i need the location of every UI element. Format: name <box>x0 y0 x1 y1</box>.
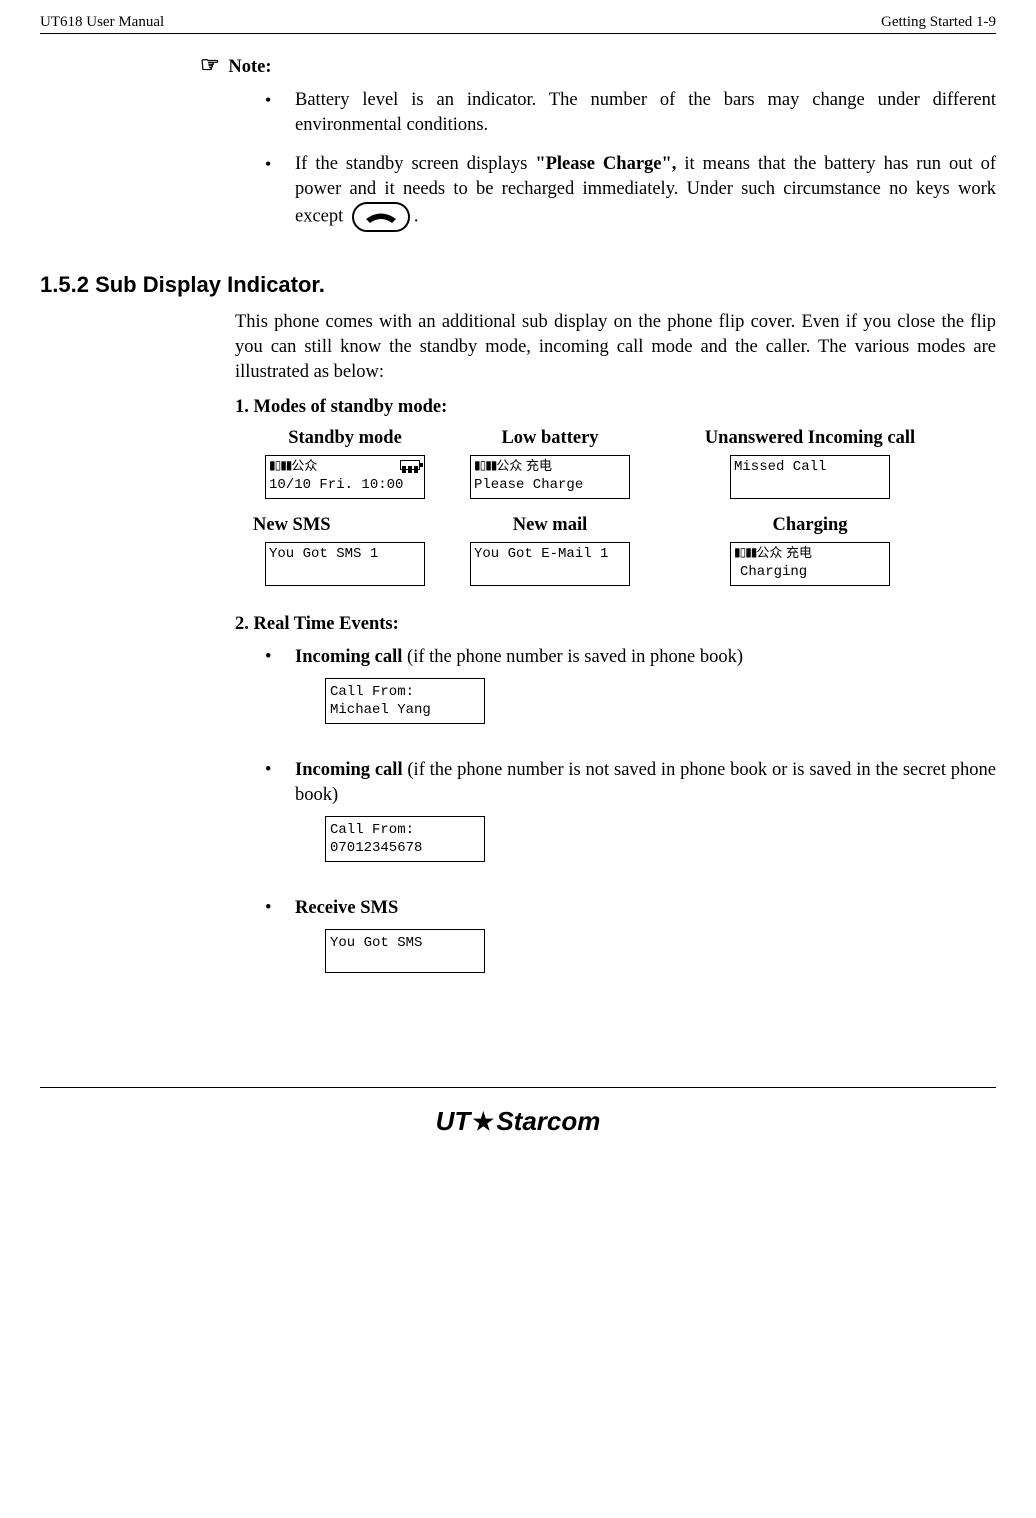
realtime-bold: Incoming call <box>295 760 403 780</box>
intro-paragraph: This phone comes with an additional sub … <box>235 310 996 385</box>
mode-item: Low battery ▮▯▮▮公众 充电 Please Charge <box>445 428 655 509</box>
display-line2: 10/10 Fri. 10:00 <box>269 476 421 494</box>
display-line1: You Got SMS <box>330 934 480 952</box>
section-number: 1.5.2 <box>40 272 89 297</box>
logo-right: Starcom <box>496 1106 600 1137</box>
logo-left: UT <box>436 1106 471 1137</box>
bullet-tail: . <box>414 206 419 226</box>
header-left: UT618 User Manual <box>40 14 164 31</box>
hangup-key-icon <box>352 202 410 232</box>
star-icon <box>472 1111 494 1133</box>
display-line2: Please Charge <box>474 476 626 494</box>
display-line1: You Got E-Mail 1 <box>474 545 626 563</box>
sub-display: Missed Call <box>730 455 890 499</box>
display-line2: Michael Yang <box>330 701 480 719</box>
display-line1: 公众 充电 <box>756 545 812 560</box>
modes-row-2: New SMS You Got SMS 1 New mail You Got E… <box>245 515 996 596</box>
bullet-bold: "Please Charge", <box>535 154 676 174</box>
bullet-dot-icon: • <box>265 645 295 752</box>
realtime-bold: Receive SMS <box>295 898 398 918</box>
header-right: Getting Started 1-9 <box>881 14 996 31</box>
display-line2: Charging <box>734 563 886 581</box>
realtime-item: • Incoming call (if the phone number is … <box>265 645 996 752</box>
sub-display: ▮▯▮▮公众 充电 Please Charge <box>470 455 630 499</box>
mode-label: New SMS <box>245 515 445 536</box>
bullet-dot-icon: • <box>265 758 295 890</box>
display-line1: Missed Call <box>734 458 886 476</box>
note-heading: ☞ Note: <box>200 52 996 78</box>
realtime-text: Receive SMS You Got SMS <box>295 896 996 1001</box>
mode-item: Standby mode ▮▯▮▮公众 10/10 Fri. 10:00 <box>245 428 445 509</box>
mode-label: Charging <box>655 515 965 536</box>
mode-item: New mail You Got E-Mail 1 <box>445 515 655 596</box>
footer-logo: UT Starcom <box>0 1088 1036 1147</box>
mode-item: Unanswered Incoming call Missed Call <box>655 428 965 509</box>
realtime-heading: 2. Real Time Events: <box>235 614 996 635</box>
note-bullet: • If the standby screen displays "Please… <box>265 152 996 232</box>
bullet-dot-icon: • <box>265 88 295 138</box>
bullet-text: Battery level is an indicator. The numbe… <box>295 88 996 138</box>
mode-label: New mail <box>445 515 655 536</box>
sub-display: ▮▯▮▮公众 10/10 Fri. 10:00 <box>265 455 425 499</box>
page-header: UT618 User Manual Getting Started 1-9 <box>40 14 996 34</box>
signal-icon: ▮▯▮▮ <box>269 458 291 474</box>
realtime-item: • Receive SMS You Got SMS <box>265 896 996 1001</box>
display-line1: Call From: <box>330 821 480 839</box>
display-line1: Call From: <box>330 683 480 701</box>
battery-icon <box>400 460 420 470</box>
bullet-text: If the standby screen displays "Please C… <box>295 152 996 232</box>
display-line1: You Got SMS 1 <box>269 545 421 563</box>
mode-item: Charging ▮▯▮▮公众 充电 Charging <box>655 515 965 596</box>
mode-item: New SMS You Got SMS 1 <box>245 515 445 596</box>
bullet-pre: If the standby screen displays <box>295 154 535 174</box>
section-heading: 1.5.2 Sub Display Indicator. <box>40 272 996 298</box>
note-bullet: • Battery level is an indicator. The num… <box>265 88 996 138</box>
section-title: Sub Display Indicator. <box>95 272 325 297</box>
sub-display: You Got SMS <box>325 929 485 973</box>
sub-display: ▮▯▮▮公众 充电 Charging <box>730 542 890 586</box>
realtime-text: Incoming call (if the phone number is no… <box>295 758 996 890</box>
modes-heading: 1. Modes of standby mode: <box>235 397 996 418</box>
realtime-item: • Incoming call (if the phone number is … <box>265 758 996 890</box>
realtime-text: Incoming call (if the phone number is sa… <box>295 645 996 752</box>
modes-row-1: Standby mode ▮▯▮▮公众 10/10 Fri. 10:00 Low… <box>245 428 996 509</box>
bullet-dot-icon: • <box>265 152 295 232</box>
mode-label: Standby mode <box>245 428 445 449</box>
display-line2: 07012345678 <box>330 839 480 857</box>
display-line1: 公众 充电 <box>496 458 552 473</box>
sub-display: You Got E-Mail 1 <box>470 542 630 586</box>
mode-label: Low battery <box>445 428 655 449</box>
sub-display: Call From: Michael Yang <box>325 678 485 724</box>
pointer-icon: ☞ <box>200 52 220 77</box>
note-label: Note: <box>228 57 271 77</box>
realtime-post: (if the phone number is saved in phone b… <box>402 647 743 667</box>
signal-icon: ▮▯▮▮ <box>474 458 496 474</box>
display-line1: 公众 <box>291 458 317 473</box>
realtime-bold: Incoming call <box>295 647 402 667</box>
mode-label: Unanswered Incoming call <box>655 428 965 449</box>
sub-display: Call From: 07012345678 <box>325 816 485 862</box>
sub-display: You Got SMS 1 <box>265 542 425 586</box>
note-bullets: • Battery level is an indicator. The num… <box>265 88 996 232</box>
signal-icon: ▮▯▮▮ <box>734 545 756 561</box>
bullet-dot-icon: • <box>265 896 295 1001</box>
realtime-list: • Incoming call (if the phone number is … <box>265 645 996 1002</box>
